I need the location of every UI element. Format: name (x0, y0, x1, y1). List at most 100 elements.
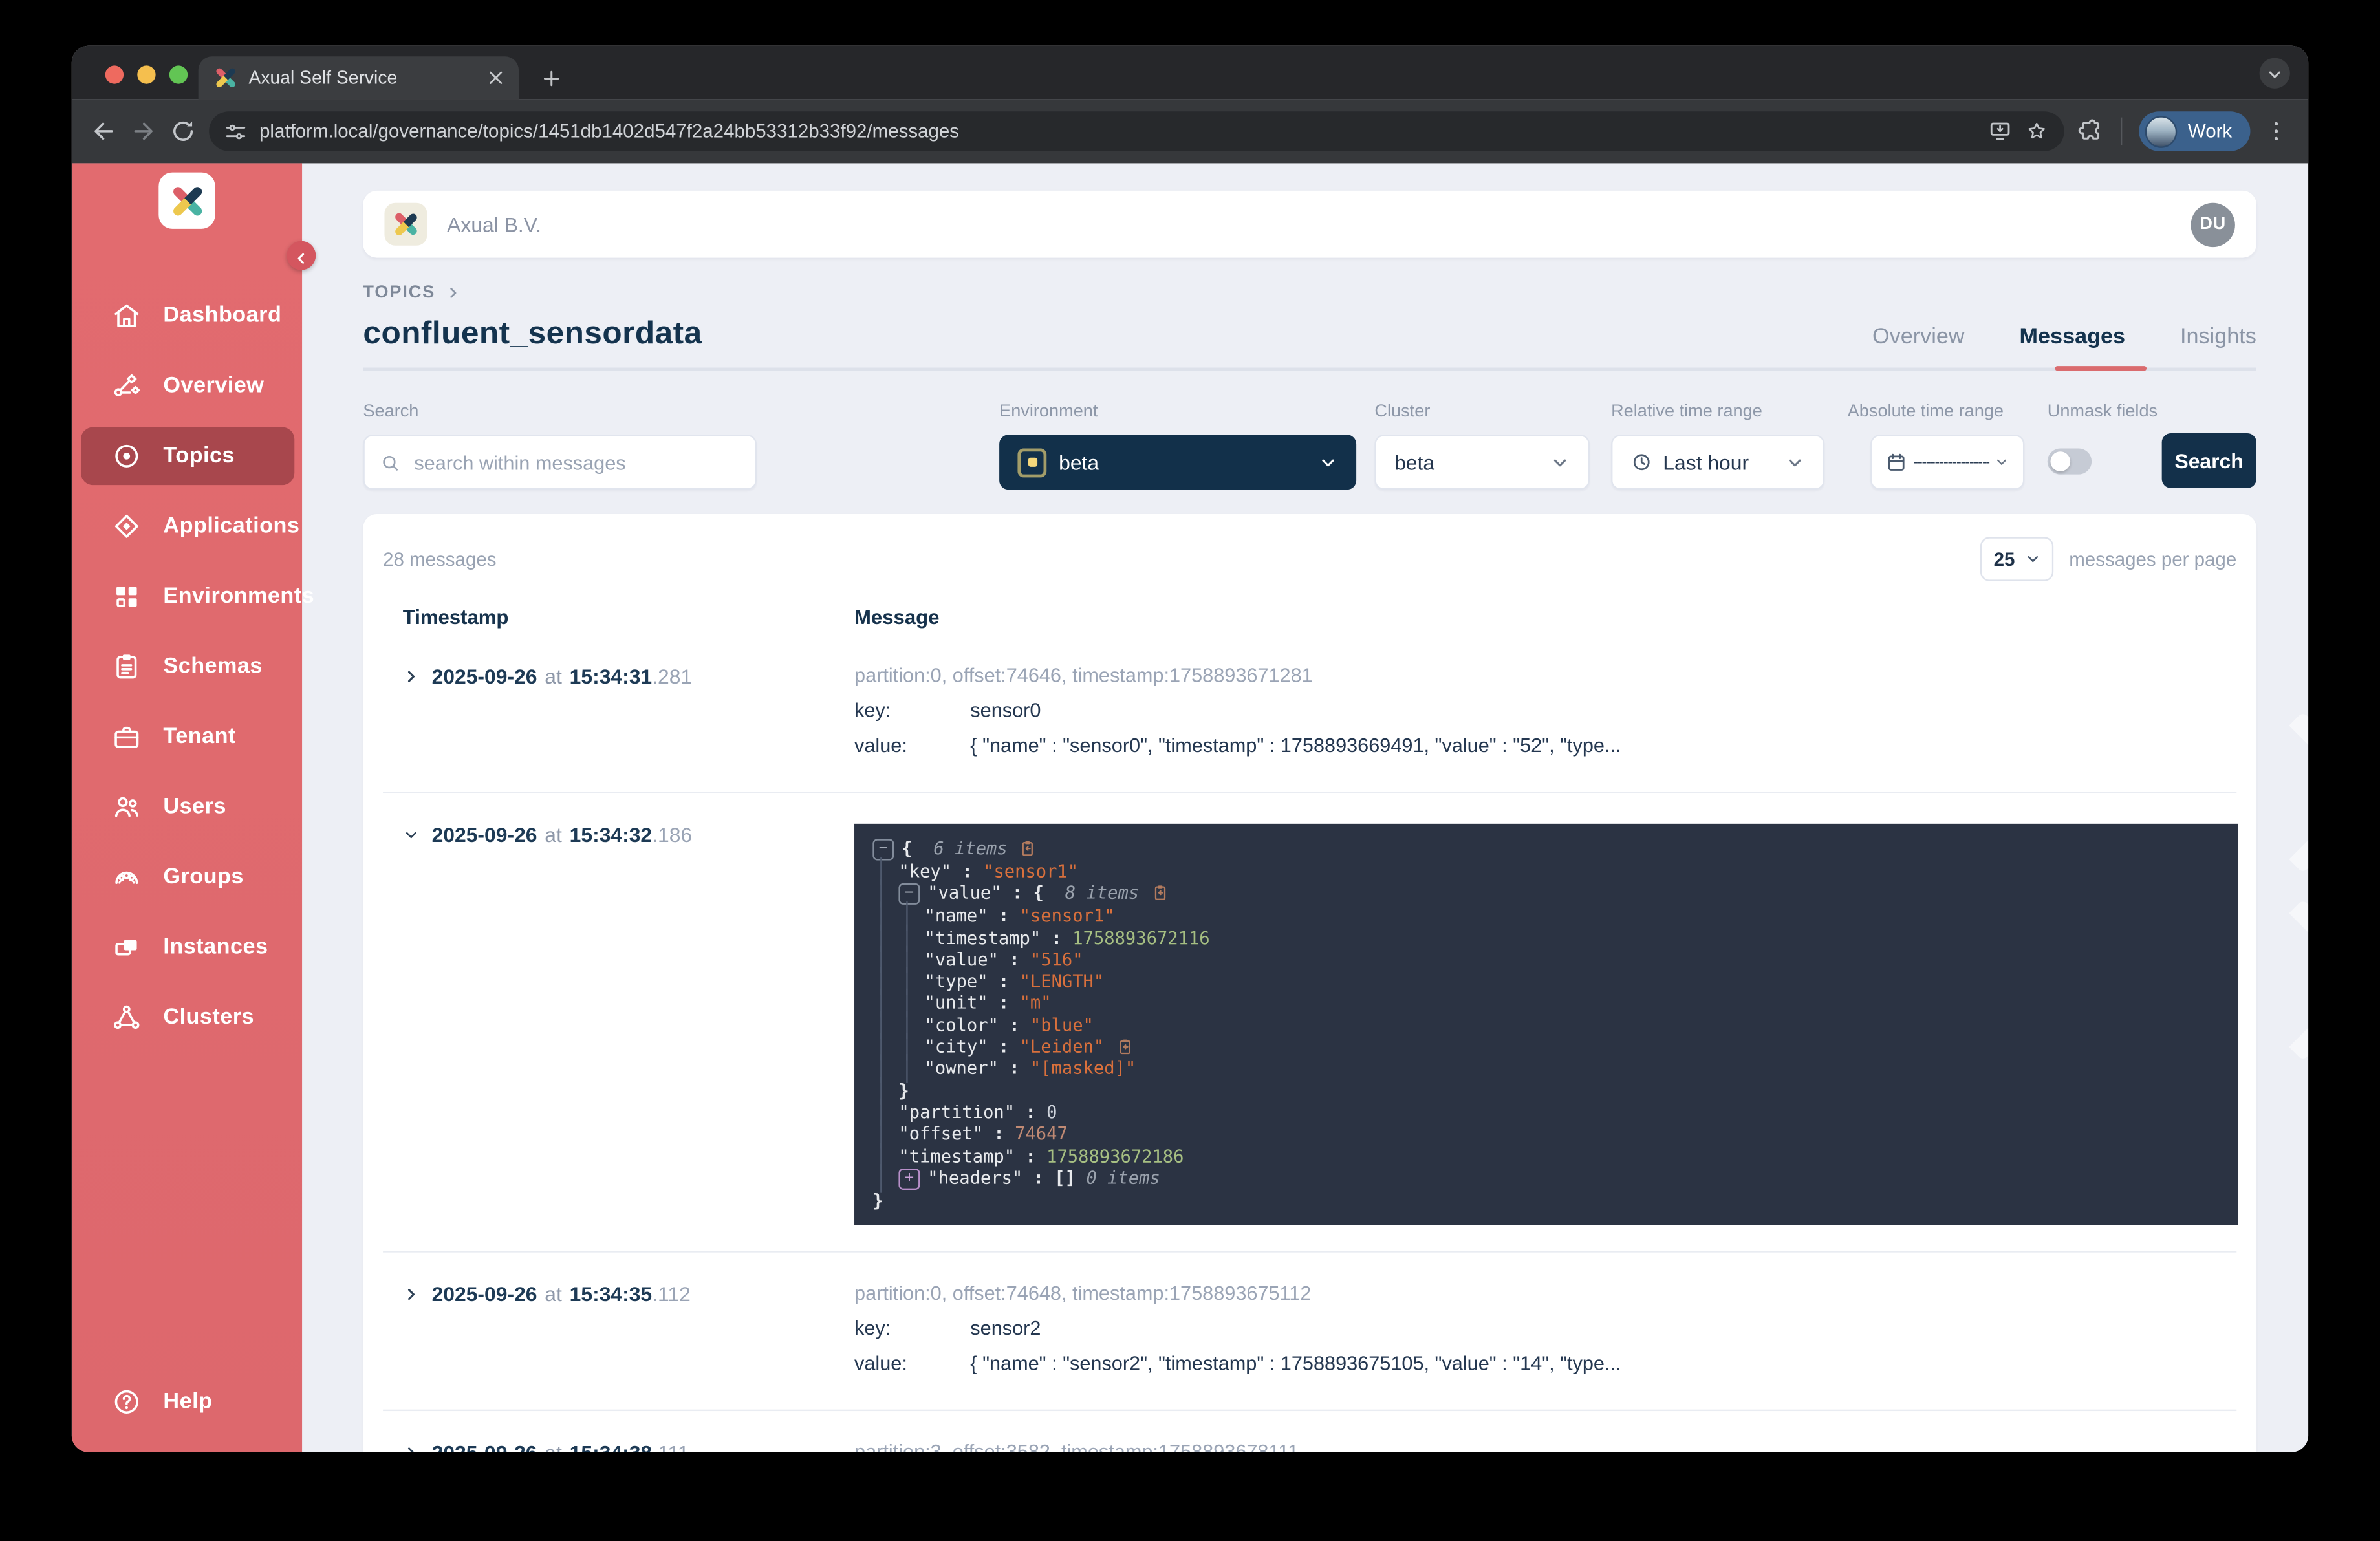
json-line: −{ 6 items (872, 837, 2220, 860)
key-label: key: (854, 700, 970, 722)
page-title: confluent_sensordata (363, 316, 702, 352)
indent-guide (872, 1058, 898, 1080)
url-text[interactable]: platform.local/governance/topics/1451db1… (259, 120, 1976, 142)
timestamp-millis: .186 (652, 824, 692, 846)
tab-messages[interactable]: Messages (2020, 325, 2126, 349)
indent-guide (898, 992, 924, 1014)
browser-menu-icon[interactable] (2262, 118, 2289, 145)
back-icon[interactable] (90, 118, 117, 145)
message-row: 2025-09-26at15:34:38.111partition:3, off… (383, 1410, 2236, 1452)
key-value: sensor2 (970, 1317, 1041, 1339)
sidebar-item-label: Environments (163, 584, 314, 609)
environment-beta-icon (1017, 447, 1046, 477)
absolute-range-select[interactable]: ------------------- (1870, 435, 2024, 490)
close-window-button[interactable] (105, 65, 124, 83)
chevron-right-icon[interactable] (403, 668, 420, 685)
table-header: Timestamp Message (383, 606, 2236, 635)
sidebar-item-groups[interactable]: Groups (72, 842, 302, 912)
indent-guide (872, 1014, 898, 1036)
messages-count: 28 messages (383, 548, 496, 570)
json-line: "partition" : 0 (872, 1101, 2220, 1123)
json-token: "value" (925, 949, 999, 971)
bookmark-star-icon[interactable] (2025, 119, 2050, 144)
address-bar[interactable]: platform.local/governance/topics/1451db1… (209, 111, 2064, 151)
filters-bar: Search Environment beta (363, 403, 2256, 490)
schemas-icon (111, 651, 142, 682)
tab-insights[interactable]: Insights (2180, 325, 2256, 349)
breadcrumb[interactable]: TOPICS (363, 284, 2256, 302)
sidebar-item-applications[interactable]: Applications (72, 491, 302, 562)
chevron-down-icon[interactable] (403, 827, 420, 844)
breadcrumb-topics[interactable]: TOPICS (363, 284, 435, 302)
profile-chip[interactable]: Work (2139, 111, 2250, 151)
json-token: "LENGTH" (1020, 971, 1105, 993)
extensions-icon[interactable] (2077, 118, 2104, 145)
window-controls[interactable] (105, 65, 188, 83)
favicon-axual-icon (213, 67, 236, 89)
browser-tab[interactable]: Axual Self Service (199, 56, 519, 99)
user-avatar[interactable]: DU (2191, 202, 2234, 246)
timestamp-time: 15:34:32 (570, 824, 652, 846)
axual-logo (158, 173, 215, 229)
sidebar-item-tenant[interactable]: Tenant (72, 702, 302, 772)
key-label: key: (854, 1319, 970, 1340)
forward-icon[interactable] (130, 118, 157, 145)
indent-guide (872, 927, 898, 949)
sidebar-item-schemas[interactable]: Schemas (72, 632, 302, 702)
unmask-toggle[interactable] (2048, 449, 2092, 475)
clusters-icon (111, 1002, 142, 1033)
message-timestamp: 2025-09-26at15:34:32.186 (383, 824, 854, 1225)
users-icon (111, 792, 142, 822)
sidebar-item-overview[interactable]: Overview (72, 351, 302, 422)
site-settings-icon[interactable] (224, 120, 247, 142)
search-input[interactable] (411, 449, 740, 475)
json-token: 1758893672116 (1072, 927, 1209, 949)
copy-icon[interactable] (1115, 1037, 1135, 1057)
collapse-node-icon[interactable]: − (898, 884, 920, 905)
minimize-window-button[interactable] (137, 65, 155, 83)
indent-guide (872, 949, 898, 971)
json-token: "type" (925, 971, 988, 993)
indent-guide (898, 1058, 924, 1080)
per-page-select[interactable]: 25 (1980, 537, 2053, 581)
toggle-knob (2050, 451, 2070, 471)
json-token: : (1015, 1101, 1046, 1123)
chevron-right-icon[interactable] (403, 1445, 420, 1452)
message-row: 2025-09-26at15:34:32.186−{ 6 items"key" … (383, 792, 2236, 1251)
copy-icon[interactable] (1150, 884, 1170, 904)
tab-overview[interactable]: Overview (1872, 325, 1965, 349)
sidebar-item-dashboard[interactable]: Dashboard (72, 281, 302, 351)
json-token: 6 items (933, 837, 1007, 859)
install-app-icon[interactable] (1988, 119, 2013, 144)
message-timestamp: 2025-09-26at15:34:35.112 (383, 1283, 854, 1388)
json-token: } (872, 1190, 883, 1212)
sidebar-item-label: Applications (163, 514, 299, 539)
new-tab-icon[interactable] (540, 67, 563, 90)
sidebar-item-users[interactable]: Users (72, 772, 302, 843)
cluster-value: beta (1394, 451, 1434, 473)
collapse-node-icon[interactable]: − (872, 839, 894, 860)
sidebar-item-help[interactable]: Help (72, 1367, 302, 1438)
json-token: "offset" (898, 1123, 983, 1145)
chevron-down-icon (1994, 455, 2009, 470)
relative-range-select[interactable]: Last hour (1611, 435, 1824, 490)
close-tab-icon[interactable] (485, 67, 506, 89)
copy-icon[interactable] (1018, 839, 1038, 859)
sidebar-collapse-button[interactable] (287, 241, 316, 270)
topics-icon (111, 441, 142, 471)
value-label: value: (854, 1353, 970, 1375)
zoom-window-button[interactable] (169, 65, 188, 83)
sidebar-item-topics[interactable]: Topics (72, 421, 302, 491)
sidebar-item-instances[interactable]: Instances (72, 912, 302, 983)
tab-search-button[interactable] (2260, 58, 2290, 89)
search-button[interactable]: Search (2161, 433, 2256, 488)
environment-select[interactable]: beta (999, 435, 1356, 490)
reload-icon[interactable] (169, 118, 197, 145)
sidebar-item-environments[interactable]: Environments (72, 561, 302, 632)
sidebar-item-clusters[interactable]: Clusters (72, 982, 302, 1053)
tab-strip: Axual Self Service (72, 46, 2308, 100)
tenant-icon (111, 722, 142, 752)
chevron-right-icon[interactable] (403, 1286, 420, 1303)
expand-node-icon[interactable]: + (898, 1169, 920, 1190)
cluster-select[interactable]: beta (1374, 435, 1590, 490)
